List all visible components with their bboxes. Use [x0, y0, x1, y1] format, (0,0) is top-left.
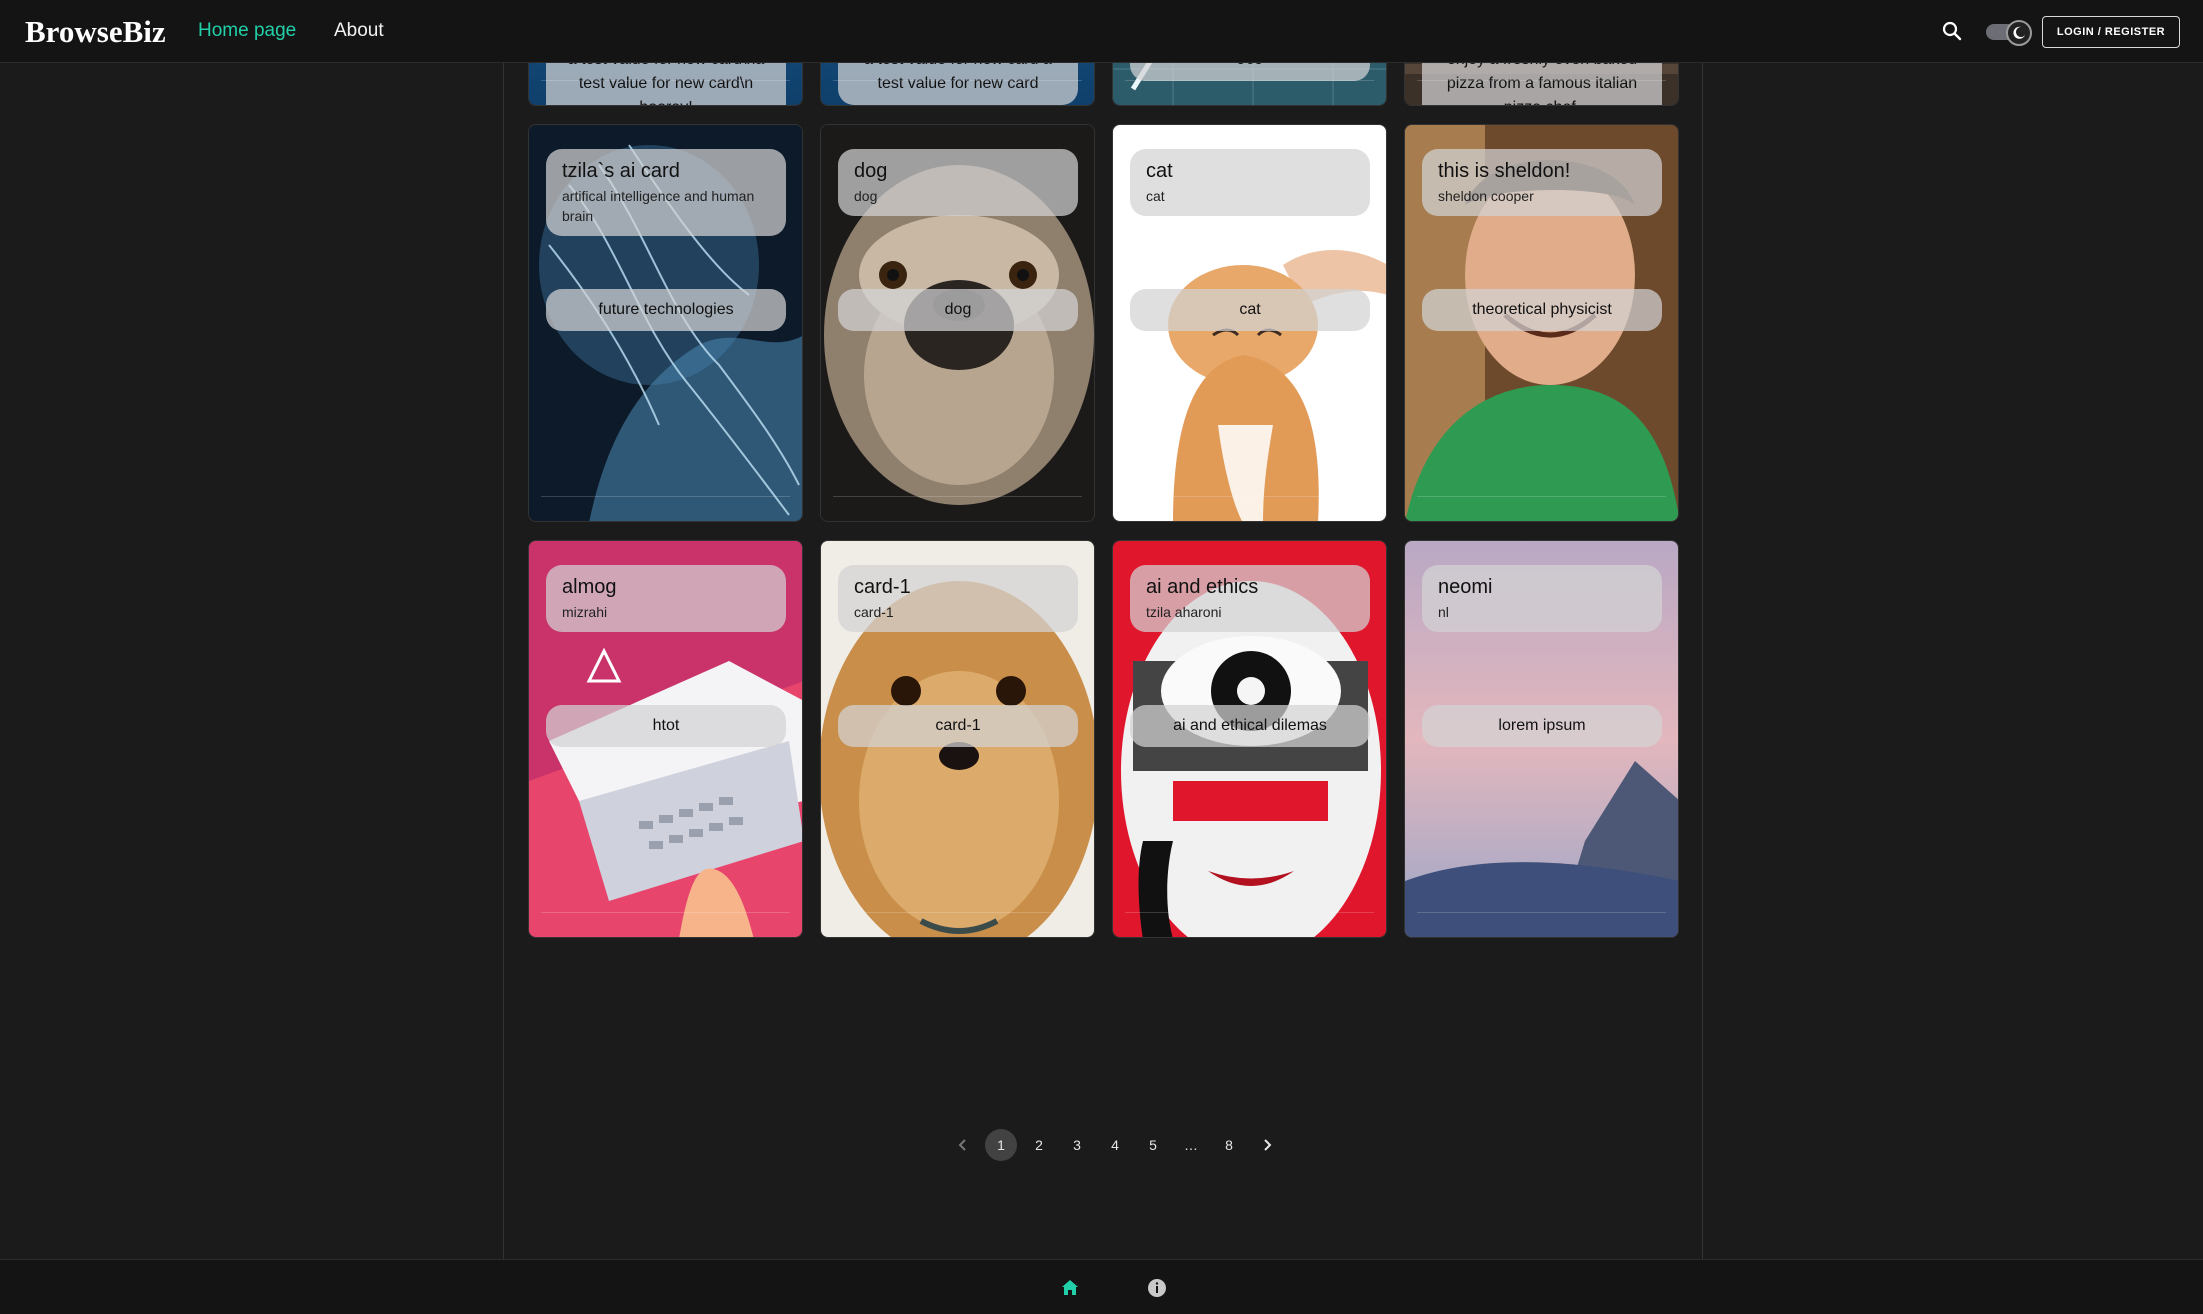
card-divider [833, 80, 1082, 81]
bottom-navigation [0, 1259, 2203, 1314]
theme-toggle[interactable] [1986, 20, 2034, 46]
page-button[interactable]: 1 [985, 1129, 1017, 1161]
card-title: ai and ethics [1146, 576, 1259, 598]
login-register-button[interactable]: LOGIN / REGISTER [2042, 16, 2180, 48]
card-header: dog dog [838, 149, 1078, 216]
card[interactable]: this is sheldon! sheldon cooper theoreti… [1404, 124, 1679, 522]
card-subtitle: dog [854, 188, 878, 204]
card-header: neomi nl [1422, 565, 1662, 632]
card-subtitle: cat [1146, 188, 1165, 204]
card-body: htot [546, 705, 786, 747]
card[interactable]: 969 [1112, 63, 1387, 106]
card-body: dog [838, 289, 1078, 331]
home-icon[interactable] [1058, 1276, 1082, 1300]
card-divider [1125, 912, 1374, 913]
card-divider [541, 912, 790, 913]
chevron-right-icon[interactable] [1251, 1129, 1283, 1161]
nav-about-link[interactable]: About [334, 20, 384, 42]
card[interactable]: ai and ethics tzila aharoni ai and ethic… [1112, 540, 1387, 938]
search-icon[interactable] [1940, 19, 1964, 43]
card-subtitle: sheldon cooper [1438, 188, 1534, 204]
card-body: card-1 [838, 705, 1078, 747]
card[interactable]: dog dog dog [820, 124, 1095, 522]
card-header: almog mizrahi [546, 565, 786, 632]
card-title: almog [562, 576, 617, 598]
card-title: neomi [1438, 576, 1493, 598]
card[interactable]: neomi nl lorem ipsum [1404, 540, 1679, 938]
card-body: ai and ethical dilemas [1130, 705, 1370, 747]
card-body: enjoy a freshly oven baked pizza from a … [1422, 63, 1662, 105]
card-body: a test value for new card\na test value … [546, 63, 786, 105]
pagination: 1 2 3 4 5 … 8 [944, 1129, 1286, 1161]
card[interactable]: cat cat cat [1112, 124, 1387, 522]
card-title: cat [1146, 160, 1173, 182]
card-body: 969 [1130, 63, 1370, 81]
card[interactable]: enjoy a freshly oven baked pizza from a … [1404, 63, 1679, 106]
card-title: tzila`s ai card [562, 160, 680, 182]
card-divider [833, 496, 1082, 497]
card-divider [1417, 496, 1666, 497]
card[interactable]: card-1 card-1 card-1 [820, 540, 1095, 938]
brand-logo[interactable]: BrowseBiz [25, 14, 166, 50]
card-subtitle: mizrahi [562, 604, 608, 620]
card-header: tzila`s ai card artifical intelligence a… [546, 149, 786, 236]
card-header: this is sheldon! sheldon cooper [1422, 149, 1662, 216]
page-button[interactable]: 3 [1061, 1129, 1093, 1161]
info-icon[interactable] [1145, 1276, 1169, 1300]
card-title: dog [854, 160, 888, 182]
card-body: lorem ipsum [1422, 705, 1662, 747]
card-divider [1417, 912, 1666, 913]
page-button[interactable]: 2 [1023, 1129, 1055, 1161]
card-subtitle: tzila aharoni [1146, 604, 1222, 620]
card[interactable]: tzila`s ai card artifical intelligence a… [528, 124, 803, 522]
card-title: this is sheldon! [1438, 160, 1571, 182]
card-divider [541, 80, 790, 81]
card-divider [833, 912, 1082, 913]
card-header: ai and ethics tzila aharoni [1130, 565, 1370, 632]
card-divider [541, 496, 790, 497]
card-title: card-1 [854, 576, 911, 598]
card-subtitle: card-1 [854, 604, 894, 620]
chevron-left-icon[interactable] [947, 1129, 979, 1161]
card[interactable]: a test value for new card\na test value … [528, 63, 803, 106]
page-button[interactable]: 5 [1137, 1129, 1169, 1161]
top-app-bar: BrowseBiz Home page About LOGIN / REGIST… [0, 0, 2203, 63]
card-divider [1125, 496, 1374, 497]
card-body: cat [1130, 289, 1370, 331]
card-subtitle: nl [1438, 604, 1449, 620]
nav-home-link[interactable]: Home page [198, 20, 296, 42]
card-body: a test value for new card a test value f… [838, 63, 1078, 105]
dark-mode-icon [2006, 20, 2032, 46]
card[interactable]: a test value for new card a test value f… [820, 63, 1095, 106]
card-divider [1125, 80, 1374, 81]
page-button[interactable]: 4 [1099, 1129, 1131, 1161]
card[interactable]: almog mizrahi htot [528, 540, 803, 938]
page-ellipsis: … [1184, 1137, 1198, 1153]
card-divider [1417, 80, 1666, 81]
card-body: theoretical physicist [1422, 289, 1662, 331]
cards-panel: a test value for new card\na test value … [503, 63, 1703, 1259]
page-button[interactable]: 8 [1213, 1129, 1245, 1161]
card-body: future technologies [546, 289, 786, 331]
card-header: card-1 card-1 [838, 565, 1078, 632]
cards-grid: a test value for new card\na test value … [528, 63, 1679, 938]
card-subtitle: artifical intelligence and human brain [562, 188, 755, 224]
card-header: cat cat [1130, 149, 1370, 216]
